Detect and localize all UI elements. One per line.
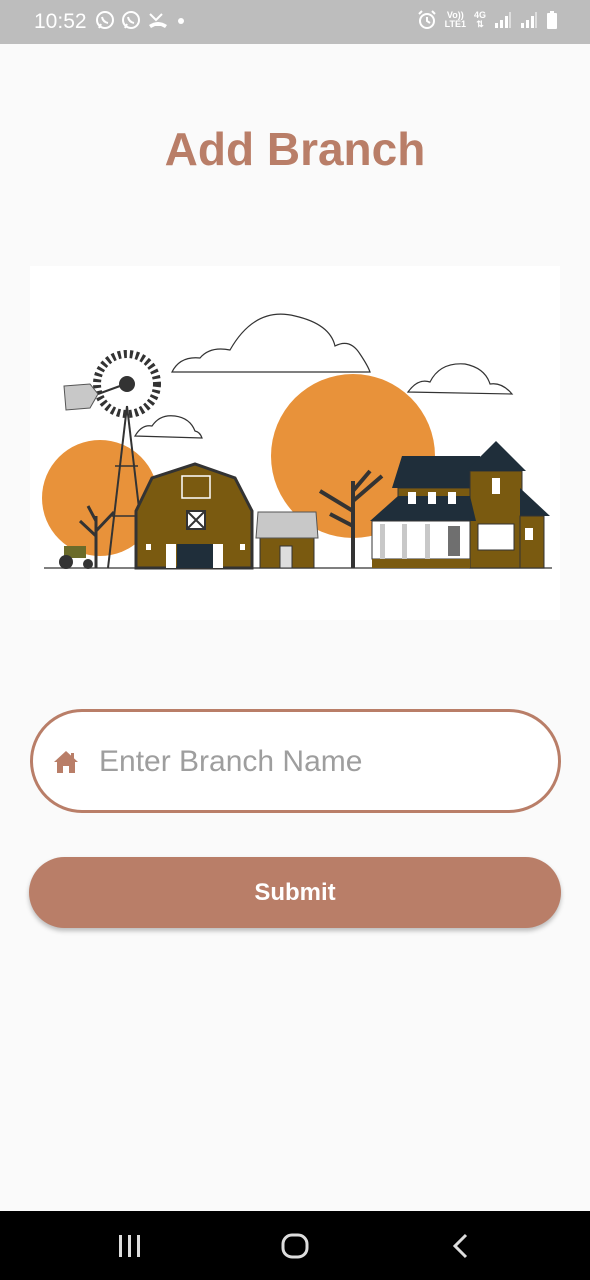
submit-button[interactable]: Submit xyxy=(29,857,561,928)
home-nav-icon[interactable] xyxy=(280,1231,310,1261)
missed-call-icon xyxy=(149,13,167,28)
branch-name-input[interactable] xyxy=(99,734,539,790)
farm-scene-image xyxy=(42,313,552,570)
notification-dot-icon xyxy=(178,18,184,24)
page-title: Add Branch xyxy=(164,123,426,175)
farm-illustration xyxy=(30,266,560,620)
status-time: 10:52 xyxy=(34,10,87,33)
navigation-bar xyxy=(0,1211,590,1280)
recent-apps-icon[interactable] xyxy=(117,1231,143,1261)
whatsapp-business-icon xyxy=(122,11,140,29)
signal-2-icon xyxy=(521,12,537,28)
branch-name-field[interactable] xyxy=(30,709,561,813)
battery-icon xyxy=(547,11,557,29)
status-bar: 10:52 Vo)) LTE1 4G ⇅ xyxy=(0,0,590,44)
back-icon[interactable] xyxy=(448,1231,474,1261)
alarm-icon xyxy=(417,10,436,29)
home-icon xyxy=(54,751,78,773)
whatsapp-icon xyxy=(96,11,114,29)
lte-label: LTE1 xyxy=(444,19,466,29)
data-arrows-icon: ⇅ xyxy=(476,19,484,29)
signal-icon xyxy=(495,12,511,28)
volte-indicator: Vo)) LTE1 xyxy=(445,11,466,29)
network-type-indicator: 4G ⇅ xyxy=(474,11,486,29)
